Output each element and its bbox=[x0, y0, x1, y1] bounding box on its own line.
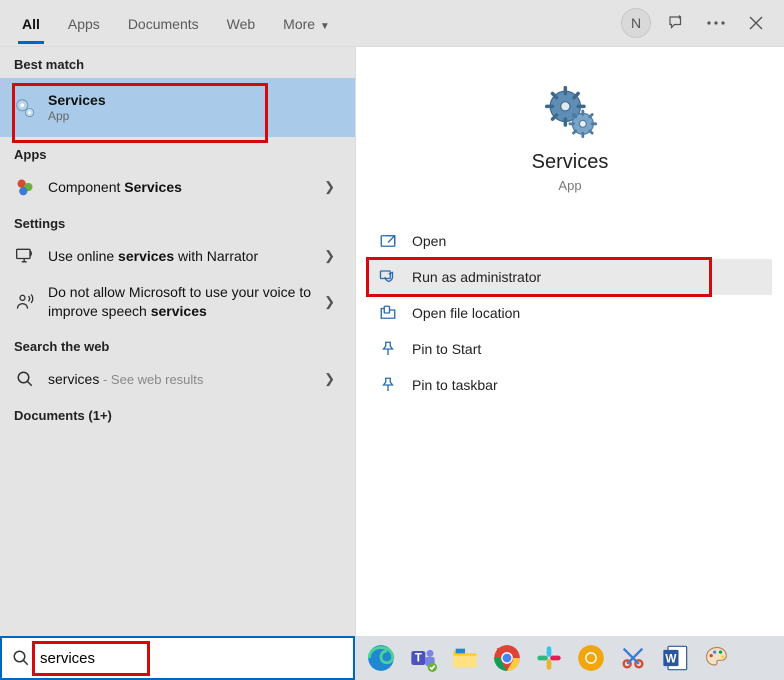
tab-more[interactable]: More ▼ bbox=[269, 2, 344, 44]
heading-documents: Documents (1+) bbox=[0, 398, 355, 429]
result-narrator-services[interactable]: Use online services with Narrator ❯ bbox=[0, 237, 355, 275]
action-label: Run as administrator bbox=[412, 269, 541, 285]
heading-settings: Settings bbox=[0, 206, 355, 237]
heading-search-web: Search the web bbox=[0, 329, 355, 360]
taskbar-snip-icon[interactable] bbox=[613, 638, 653, 678]
filter-tabs: All Apps Documents Web More ▼ N bbox=[0, 0, 784, 46]
svg-text:T: T bbox=[415, 652, 422, 665]
monitor-narrator-icon bbox=[14, 245, 36, 267]
action-label: Pin to taskbar bbox=[412, 377, 498, 393]
tab-all[interactable]: All bbox=[8, 2, 54, 44]
result-services-app[interactable]: Services App bbox=[0, 78, 355, 137]
action-open-file-location[interactable]: Open file location bbox=[368, 295, 772, 331]
search-input[interactable] bbox=[38, 649, 343, 668]
taskbar-teams-icon[interactable]: T bbox=[403, 638, 443, 678]
result-subtitle: App bbox=[48, 109, 341, 123]
result-title: Do not allow Microsoft to use your voice… bbox=[48, 283, 318, 321]
person-speech-icon bbox=[14, 291, 36, 313]
tab-documents[interactable]: Documents bbox=[114, 2, 213, 44]
gears-icon bbox=[14, 97, 36, 119]
services-large-icon bbox=[542, 83, 598, 139]
taskbar-slack-icon[interactable] bbox=[529, 638, 569, 678]
tab-apps[interactable]: Apps bbox=[54, 2, 114, 44]
heading-best-match: Best match bbox=[0, 47, 355, 78]
chevron-right-icon[interactable]: ❯ bbox=[318, 179, 341, 195]
taskbar-paint-icon[interactable] bbox=[697, 638, 737, 678]
taskbar-edge-icon[interactable] bbox=[361, 638, 401, 678]
action-open[interactable]: Open bbox=[368, 223, 772, 259]
action-label: Pin to Start bbox=[412, 341, 481, 357]
taskbar: T W bbox=[355, 636, 784, 680]
result-title: Component Services bbox=[48, 179, 318, 195]
chevron-right-icon[interactable]: ❯ bbox=[318, 371, 341, 387]
result-component-services[interactable]: Component Services ❯ bbox=[0, 168, 355, 206]
result-title: Use online services with Narrator bbox=[48, 248, 318, 264]
chevron-down-icon: ▼ bbox=[317, 21, 330, 32]
component-services-icon bbox=[14, 176, 36, 198]
admin-shield-icon bbox=[378, 267, 398, 287]
pin-icon bbox=[378, 375, 398, 395]
action-pin-to-start[interactable]: Pin to Start bbox=[368, 331, 772, 367]
pin-icon bbox=[378, 339, 398, 359]
chevron-right-icon[interactable]: ❯ bbox=[318, 248, 341, 264]
more-icon[interactable] bbox=[696, 3, 736, 43]
user-avatar[interactable]: N bbox=[616, 3, 656, 43]
taskbar-chrome-canary-icon[interactable] bbox=[571, 638, 611, 678]
taskbar-word-icon[interactable]: W bbox=[655, 638, 695, 678]
preview-subtitle: App bbox=[356, 178, 784, 193]
chevron-right-icon[interactable]: ❯ bbox=[318, 294, 341, 310]
search-icon bbox=[12, 649, 30, 667]
result-title: services - See web results bbox=[48, 371, 318, 387]
action-label: Open bbox=[412, 233, 446, 249]
search-box[interactable] bbox=[0, 636, 355, 680]
preview-title: Services bbox=[356, 151, 784, 174]
feedback-icon[interactable] bbox=[656, 3, 696, 43]
action-run-as-administrator[interactable]: Run as administrator bbox=[368, 259, 772, 295]
svg-text:W: W bbox=[665, 653, 676, 666]
heading-apps: Apps bbox=[0, 137, 355, 168]
result-title: Services bbox=[48, 92, 341, 108]
preview-panel: Services App Open Run as administrator bbox=[355, 47, 784, 680]
folder-location-icon bbox=[378, 303, 398, 323]
tab-web[interactable]: Web bbox=[213, 2, 270, 44]
action-label: Open file location bbox=[412, 305, 520, 321]
search-icon bbox=[14, 368, 36, 390]
open-icon bbox=[378, 231, 398, 251]
close-button[interactable] bbox=[736, 3, 776, 43]
taskbar-file-explorer-icon[interactable] bbox=[445, 638, 485, 678]
result-web-services[interactable]: services - See web results ❯ bbox=[0, 360, 355, 398]
results-panel: Best match Services App Apps Component S… bbox=[0, 47, 355, 680]
result-speech-services[interactable]: Do not allow Microsoft to use your voice… bbox=[0, 275, 355, 329]
taskbar-chrome-icon[interactable] bbox=[487, 638, 527, 678]
action-pin-to-taskbar[interactable]: Pin to taskbar bbox=[368, 367, 772, 403]
